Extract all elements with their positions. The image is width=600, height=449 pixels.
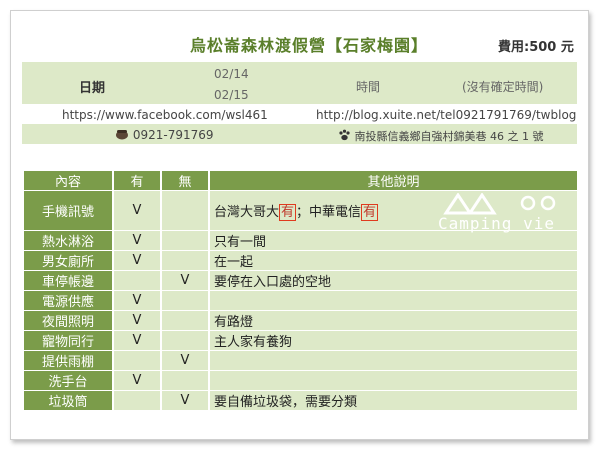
no-cell: V <box>162 271 208 290</box>
yes-cell <box>114 391 160 410</box>
yes-cell: V <box>114 331 160 350</box>
yes-cell: V <box>114 251 160 270</box>
table-row: 洗手台 V <box>24 371 577 390</box>
table-row: 電源供應 V <box>24 291 577 310</box>
item-cell: 手機訊號 <box>24 191 112 230</box>
no-cell <box>162 191 208 230</box>
note-cell: 有路燈 <box>210 311 577 330</box>
yes-cell: V <box>114 291 160 310</box>
fee-label: 費用:500 元 <box>498 40 574 55</box>
note-cell: 要停在入口處的空地 <box>210 271 577 290</box>
table-row: 垃圾筒 V 要自備垃圾袋，需要分類 <box>24 391 577 410</box>
date-value-1: 02/14 <box>214 67 249 81</box>
item-cell: 垃圾筒 <box>24 391 112 410</box>
time-value: (沒有確定時間) <box>462 80 544 94</box>
table-row: 夜間照明 V 有路燈 <box>24 311 577 330</box>
item-cell: 男女廁所 <box>24 251 112 270</box>
signal-note-sep: ；中華電信 <box>296 205 362 220</box>
signal-mark-1: 有 <box>279 204 297 221</box>
table-header-row: 內容 有 無 其他說明 <box>24 171 577 190</box>
phone-icon <box>116 130 128 140</box>
yes-cell: V <box>114 231 160 250</box>
table-row: 寵物同行 V 主人家有養狗 <box>24 331 577 350</box>
time-label: 時間 <box>356 80 381 94</box>
table-row: 提供雨棚 V <box>24 351 577 370</box>
no-cell <box>162 331 208 350</box>
address-text: 南投縣信義鄉自強村錦美巷 46 之 1 號 <box>354 130 544 143</box>
logo-text: Camping vie <box>438 214 555 233</box>
item-cell: 熱水淋浴 <box>24 231 112 250</box>
item-cell: 洗手台 <box>24 371 112 390</box>
item-cell: 提供雨棚 <box>24 351 112 370</box>
no-cell <box>162 251 208 270</box>
blog-link[interactable]: http://blog.xuite.net/tel0921791769/twbl… <box>316 108 576 122</box>
note-cell <box>210 291 577 310</box>
facebook-link[interactable]: https://www.facebook.com/wsl461 <box>62 108 268 122</box>
date-label: 日期 <box>79 81 106 96</box>
note-cell <box>210 371 577 390</box>
col-header-yes: 有 <box>114 171 160 190</box>
phone-row: 0921-791769 <box>115 128 214 142</box>
yes-cell: V <box>114 311 160 330</box>
item-cell: 電源供應 <box>24 291 112 310</box>
note-cell: 要自備垃圾袋，需要分類 <box>210 391 577 410</box>
yes-cell <box>114 351 160 370</box>
col-header-note: 其他說明 <box>210 171 577 190</box>
no-cell <box>162 371 208 390</box>
table-row: 車停帳邊 V 要停在入口處的空地 <box>24 271 577 290</box>
no-cell: V <box>162 391 208 410</box>
no-cell <box>162 291 208 310</box>
note-cell: 主人家有養狗 <box>210 331 577 350</box>
no-cell: V <box>162 351 208 370</box>
yes-cell <box>114 271 160 290</box>
item-cell: 車停帳邊 <box>24 271 112 290</box>
col-header-no: 無 <box>162 171 208 190</box>
address-row: 南投縣信義鄉自強村錦美巷 46 之 1 號 <box>338 128 543 144</box>
table-row: 男女廁所 V 在一起 <box>24 251 577 270</box>
no-cell <box>162 231 208 250</box>
yes-cell: V <box>114 191 160 230</box>
date-value-2: 02/15 <box>214 88 249 102</box>
phone-number: 0921-791769 <box>132 128 214 142</box>
page-title: 烏松崙森林渡假營【石家梅園】 <box>190 36 429 55</box>
signal-note-part1: 台灣大哥大 <box>214 205 280 220</box>
col-header-item: 內容 <box>24 171 112 190</box>
yes-cell: V <box>114 371 160 390</box>
note-cell <box>210 351 577 370</box>
paw-icon <box>339 129 350 141</box>
signal-mark-2: 有 <box>361 204 379 221</box>
item-cell: 寵物同行 <box>24 331 112 350</box>
no-cell <box>162 311 208 330</box>
item-cell: 夜間照明 <box>24 311 112 330</box>
note-cell: 在一起 <box>210 251 577 270</box>
